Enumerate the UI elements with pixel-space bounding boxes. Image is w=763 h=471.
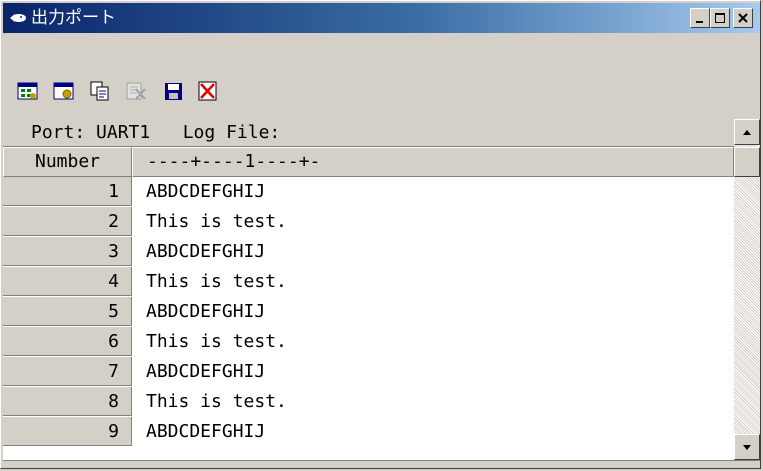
ruler-column-header[interactable]: ----+----1----+- — [132, 147, 734, 177]
log-row[interactable]: 3 ABDCDEFGHIJ — [3, 237, 734, 267]
copy-icon[interactable] — [89, 81, 111, 101]
row-text: This is test. — [146, 331, 287, 352]
scroll-up-button[interactable] — [734, 119, 760, 145]
log-row[interactable]: 6 This is test. — [3, 327, 734, 357]
row-text: This is test. — [146, 271, 287, 292]
maximize-button[interactable] — [710, 8, 730, 28]
log-row[interactable]: 4 This is test. — [3, 267, 734, 297]
app-icon — [10, 14, 26, 22]
save-icon[interactable] — [163, 81, 185, 101]
arrow-up-icon — [743, 130, 751, 135]
log-row[interactable]: 1 ABDCDEFGHIJ — [3, 177, 734, 207]
row-text: ABDCDEFGHIJ — [146, 421, 266, 442]
window-title: 出力ポート — [31, 8, 116, 28]
output-port-window: 出力ポート Port: UART1 Log File: Number ----+… — [0, 0, 761, 469]
row-number: 6 — [3, 327, 132, 356]
close-log-icon[interactable] — [197, 81, 219, 101]
log-row[interactable]: 7 ABDCDEFGHIJ — [3, 357, 734, 387]
minimize-icon — [696, 21, 703, 23]
log-rows: 1 ABDCDEFGHIJ 2 This is test. 3 ABDCDEFG… — [3, 177, 734, 460]
maximize-icon — [715, 13, 725, 23]
log-row[interactable]: 8 This is test. — [3, 387, 734, 417]
row-number: 4 — [3, 267, 132, 296]
close-icon — [738, 13, 748, 23]
row-number: 9 — [3, 417, 132, 446]
row-text: This is test. — [146, 391, 287, 412]
row-text: This is test. — [146, 211, 287, 232]
vertical-scrollbar[interactable] — [734, 119, 760, 460]
row-number: 3 — [3, 237, 132, 266]
row-text: ABDCDEFGHIJ — [146, 181, 266, 202]
minimize-button[interactable] — [690, 8, 710, 28]
row-number: 1 — [3, 177, 132, 206]
window-settings-icon[interactable] — [53, 81, 75, 101]
row-number: 5 — [3, 297, 132, 326]
scroll-down-button[interactable] — [734, 434, 760, 460]
log-row[interactable]: 5 ABDCDEFGHIJ — [3, 297, 734, 327]
row-number: 2 — [3, 207, 132, 236]
log-row[interactable]: 2 This is test. — [3, 207, 734, 237]
row-text: ABDCDEFGHIJ — [146, 361, 266, 382]
settings-icon[interactable] — [17, 81, 39, 101]
port-info-line: Port: UART1 Log File: — [3, 119, 734, 147]
number-column-header[interactable]: Number — [3, 147, 132, 177]
row-number: 7 — [3, 357, 132, 386]
row-text: ABDCDEFGHIJ — [146, 241, 266, 262]
log-row[interactable]: 9 ABDCDEFGHIJ — [3, 417, 734, 447]
scroll-thumb[interactable] — [734, 147, 760, 177]
row-text: ABDCDEFGHIJ — [146, 301, 266, 322]
bottom-edge — [3, 460, 760, 468]
arrow-down-icon — [743, 445, 751, 450]
close-button[interactable] — [733, 8, 753, 28]
row-number: 8 — [3, 387, 132, 416]
toolbar — [3, 33, 760, 113]
clear-icon[interactable] — [125, 81, 147, 101]
title-bar[interactable]: 出力ポート — [3, 3, 760, 33]
column-header: Number ----+----1----+- — [3, 147, 734, 177]
